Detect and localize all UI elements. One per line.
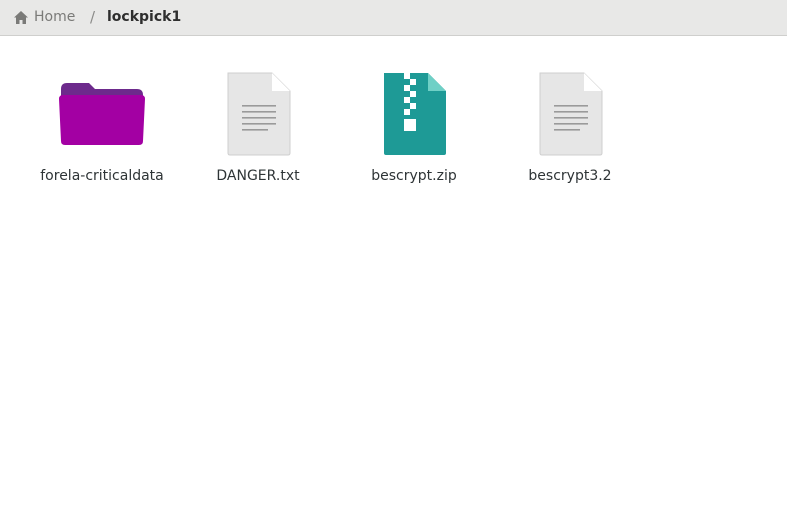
folder-icon [54, 66, 150, 162]
file-name: DANGER.txt [216, 168, 300, 184]
file-item-bescrypt-zip[interactable]: bescrypt.zip [339, 66, 489, 196]
breadcrumb-separator: / [90, 8, 96, 26]
file-name: bescrypt.zip [371, 168, 457, 184]
file-item-bescrypt3-2[interactable]: bescrypt3.2 [495, 66, 645, 196]
text-file-icon [210, 66, 306, 162]
breadcrumb-home-label: Home [34, 9, 76, 25]
breadcrumb-current-folder[interactable]: lockpick1 [98, 4, 190, 30]
file-item-forela-criticaldata[interactable]: forela-criticaldata [27, 66, 177, 196]
text-file-icon [522, 66, 618, 162]
path-bar: Home / lockpick1 [0, 0, 787, 36]
zip-archive-icon [366, 66, 462, 162]
file-manager-window: Home / lockpick1 forela-criticaldata DAN… [0, 0, 787, 528]
file-name: forela-criticaldata [40, 168, 164, 184]
file-name: bescrypt3.2 [528, 168, 612, 184]
file-item-danger-txt[interactable]: DANGER.txt [183, 66, 333, 196]
breadcrumb-current-label: lockpick1 [107, 9, 182, 25]
breadcrumb-home[interactable]: Home [6, 4, 83, 30]
home-icon [14, 10, 28, 24]
